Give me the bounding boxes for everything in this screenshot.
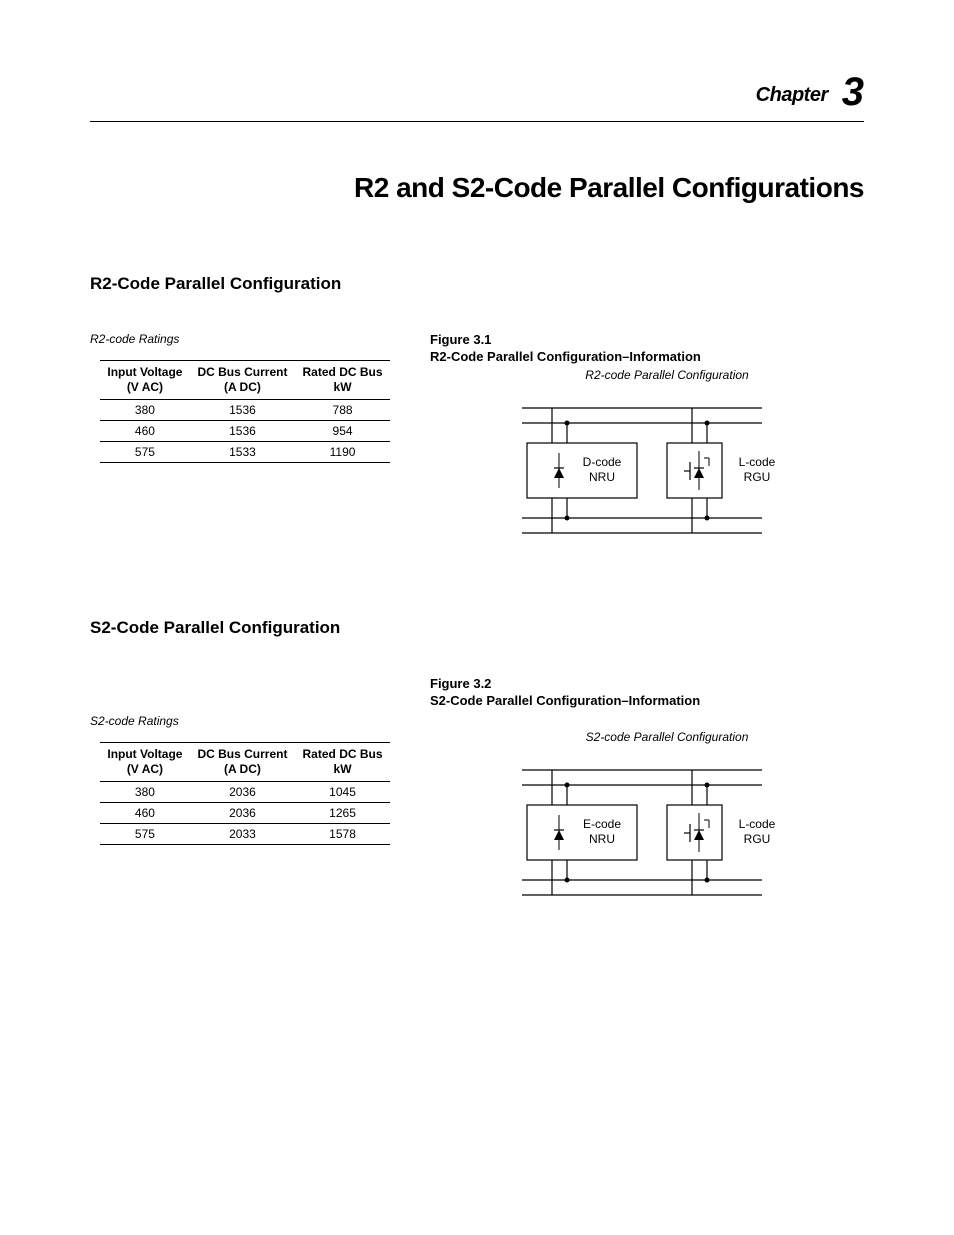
figure-number: Figure 3.2 [430, 676, 864, 691]
svg-text:RGU: RGU [744, 832, 771, 846]
figure-3-1: Figure 3.1 R2-Code Parallel Configuratio… [430, 332, 864, 558]
r2-ratings-label: R2-code Ratings [90, 332, 390, 346]
figure-subtitle: R2-code Parallel Configuration [430, 368, 864, 382]
figure-title: R2-Code Parallel Configuration–Informati… [430, 349, 864, 364]
chapter-header: Chapter 3 [90, 70, 864, 122]
s2-ratings-label: S2-code Ratings [90, 714, 390, 728]
s2-row: S2-code Ratings Input Voltage(V AC) DC B… [90, 676, 864, 920]
svg-text:NRU: NRU [589, 470, 615, 484]
figure-3-2: Figure 3.2 S2-Code Parallel Configuratio… [430, 676, 864, 920]
section-heading-s2: S2-Code Parallel Configuration [90, 618, 864, 638]
r2-row: R2-code Ratings Input Voltage(V AC) DC B… [90, 332, 864, 558]
table-row: 3801536788 [100, 400, 390, 421]
col-header: DC Bus Current(A DC) [190, 361, 295, 400]
svg-text:D-code: D-code [583, 455, 622, 469]
table-row: 46020361265 [100, 803, 390, 824]
col-header: Rated DC BuskW [295, 361, 390, 400]
chapter-number: 3 [842, 70, 864, 114]
figure-subtitle: S2-code Parallel Configuration [430, 730, 864, 744]
svg-text:NRU: NRU [589, 832, 615, 846]
col-header: Input Voltage(V AC) [100, 361, 190, 400]
r2-ratings-table: Input Voltage(V AC) DC Bus Current(A DC)… [100, 360, 390, 463]
chapter-label: Chapter [756, 84, 828, 106]
figure-number: Figure 3.1 [430, 332, 864, 347]
page-title: R2 and S2-Code Parallel Configurations [90, 172, 864, 204]
svg-text:L-code: L-code [739, 455, 776, 469]
table-row: 57520331578 [100, 824, 390, 845]
svg-text:E-code: E-code [583, 817, 621, 831]
section-heading-r2: R2-Code Parallel Configuration [90, 274, 864, 294]
svg-text:L-code: L-code [739, 817, 776, 831]
col-header: Input Voltage(V AC) [100, 743, 190, 782]
r2-diagram-icon: D-code NRU L-code RGU [482, 388, 812, 558]
figure-title: S2-Code Parallel Configuration–Informati… [430, 693, 864, 708]
table-row: 38020361045 [100, 782, 390, 803]
svg-text:RGU: RGU [744, 470, 771, 484]
col-header: Rated DC BuskW [295, 743, 390, 782]
s2-ratings-table: Input Voltage(V AC) DC Bus Current(A DC)… [100, 742, 390, 845]
table-row: 4601536954 [100, 421, 390, 442]
s2-diagram-icon: E-code NRU L-code RGU [482, 750, 812, 920]
table-row: 57515331190 [100, 442, 390, 463]
col-header: DC Bus Current(A DC) [190, 743, 295, 782]
